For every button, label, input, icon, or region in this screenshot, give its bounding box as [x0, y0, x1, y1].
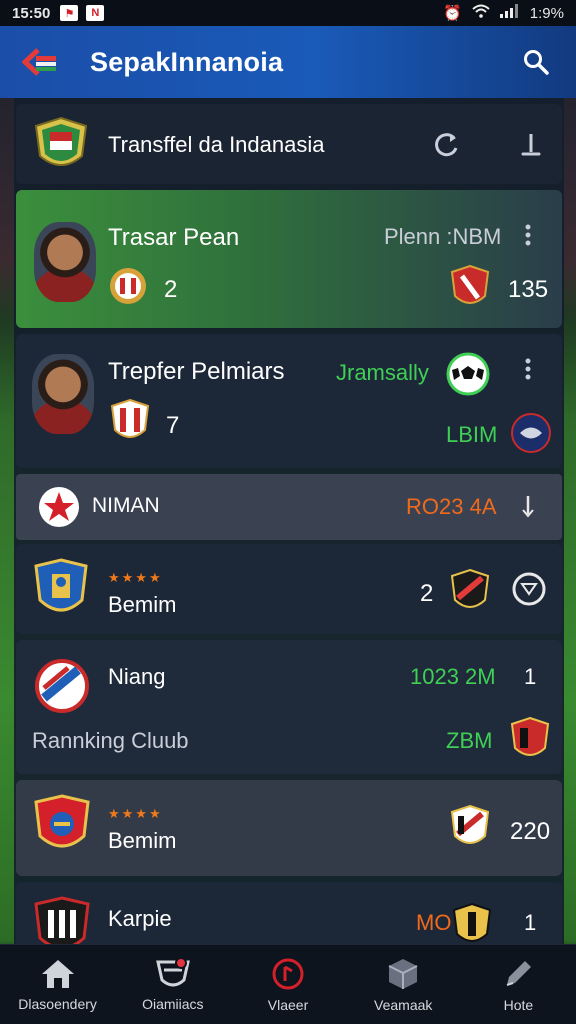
more-options-icon[interactable]	[520, 222, 536, 248]
football-icon	[446, 352, 490, 396]
nav-label: Veamaak	[374, 996, 433, 1013]
back-arrow-icon	[22, 48, 56, 76]
player-name: Trepfer Pelmiars	[108, 358, 285, 385]
club-value: MO	[416, 910, 452, 935]
club-crest-icon	[110, 268, 146, 304]
app-title: SepakInnanoia	[90, 46, 284, 77]
club-row[interactable]: ★★★★ Bemim 220	[16, 780, 562, 876]
player-status: Plenn :NBM	[384, 224, 502, 249]
arrow-down-icon[interactable]	[520, 492, 536, 522]
club-value: 220	[510, 818, 551, 845]
nav-label: Oiamiiacs	[142, 995, 204, 1012]
status-bar: 15:50 ⚑ N ⏰ 1:9%	[0, 0, 576, 26]
club-name: Bemim	[108, 828, 177, 853]
cube-icon	[388, 958, 418, 989]
club-crest-icon	[35, 659, 89, 713]
nav-label: Dlasoendery	[18, 995, 97, 1012]
club-name: Niang	[108, 664, 166, 689]
club-crest-icon	[34, 896, 90, 944]
record-icon	[272, 958, 304, 989]
club-crest-icon	[34, 558, 88, 612]
nav-item-player[interactable]: Vlaeer	[230, 945, 345, 1024]
player-number: 7	[166, 412, 180, 439]
section-value: RO23 4A	[406, 494, 497, 519]
back-button[interactable]	[20, 42, 60, 82]
club-crest-icon	[450, 264, 490, 304]
club-row[interactable]: Karpie MO 1	[16, 882, 562, 944]
nav-label: Vlaeer	[267, 996, 309, 1013]
club-number: 1	[524, 910, 537, 935]
club-crest-icon	[450, 804, 490, 844]
club-row[interactable]: ★★★★ Bemim 2	[16, 544, 562, 634]
ball-outline-icon[interactable]	[510, 570, 548, 608]
club-value: 1023 2M	[410, 664, 496, 689]
nav-item-clubs[interactable]: Oiamiiacs	[115, 945, 230, 1024]
bottom-navigation: Dlasoendery Oiamiiacs Vlaeer Veamaak Hot…	[0, 944, 576, 1024]
club-subvalue: ZBM	[446, 728, 493, 753]
status-time: 15:50	[12, 4, 51, 22]
notification-app-icon: N	[86, 5, 105, 21]
player-status: Jramsally	[336, 360, 429, 385]
player-row[interactable]: Trasar Pean 2 Plenn :NBM 135	[16, 190, 562, 328]
nav-item-note[interactable]: Hote	[461, 945, 576, 1024]
player-avatar	[32, 354, 94, 434]
notification-flag-icon: ⚑	[60, 5, 79, 21]
indonesia-crest-icon	[34, 116, 88, 166]
player-number: 2	[164, 276, 178, 303]
club-rating: ★★★★	[108, 570, 163, 585]
star-badge-icon	[39, 487, 79, 527]
more-options-icon[interactable]	[520, 356, 536, 382]
nav-label: Hote	[503, 996, 534, 1013]
transfer-list: Transffel da Indanasia Trasar Pean 2 Ple…	[14, 98, 564, 944]
section-header[interactable]: NIMAN RO23 4A	[16, 474, 562, 540]
club-row[interactable]: Niang 1023 2M 1 Rannking Cluub ZBM	[16, 640, 562, 774]
club-crest-icon	[110, 398, 150, 438]
club-name: Karpie	[108, 906, 172, 931]
alarm-icon: ⏰	[443, 5, 462, 22]
nav-item-discovery[interactable]: Dlasoendery	[0, 945, 115, 1024]
player-row[interactable]: Trepfer Pelmiars 7 Jramsally LBIM	[16, 334, 562, 468]
battery-level: 1:9%	[529, 4, 564, 22]
club-badge-icon	[511, 413, 551, 453]
club-crest-icon	[452, 902, 492, 942]
section-label: NIMAN	[92, 494, 160, 517]
pencil-icon	[507, 960, 532, 986]
list-header: Transffel da Indanasia	[16, 104, 562, 184]
club-subtitle: Rannking Cluub	[32, 728, 189, 753]
club-number: 1	[524, 664, 537, 689]
club-crest-icon	[450, 568, 490, 608]
search-icon	[524, 50, 549, 75]
club-crest-icon	[34, 794, 90, 848]
search-button[interactable]	[516, 42, 556, 82]
player-value: LBIM	[446, 422, 498, 447]
wifi-icon	[472, 4, 490, 22]
club-number: 2	[420, 580, 434, 607]
club-rating: ★★★★	[108, 806, 163, 821]
app-bar: SepakInnanoia	[0, 26, 576, 98]
home-icon	[41, 959, 74, 988]
club-name: Bemim	[108, 592, 177, 617]
signal-icon	[499, 4, 520, 22]
nav-item-market[interactable]: Veamaak	[346, 945, 461, 1024]
player-name: Trasar Pean	[108, 224, 240, 251]
player-value: 135	[508, 276, 549, 303]
refresh-icon[interactable]	[432, 130, 462, 160]
sort-icon[interactable]	[516, 130, 546, 160]
header-title: Transffel da Indanasia	[108, 132, 325, 157]
player-avatar	[34, 222, 96, 302]
club-crest-icon	[510, 716, 550, 756]
